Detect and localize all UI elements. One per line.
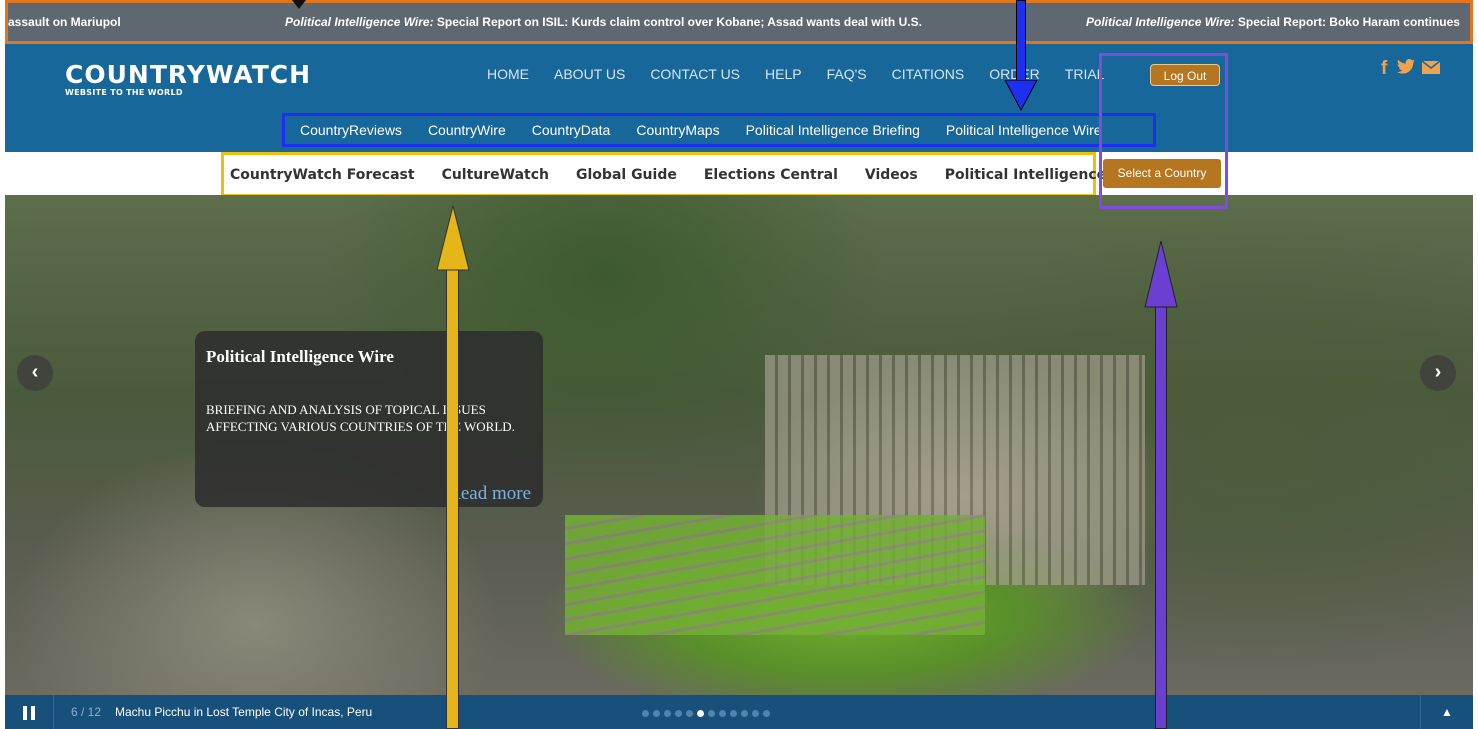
logo-text: COUNTRYWATCH [65,60,312,89]
hero-slider[interactable]: Political Intelligence Wire BRIEFING AND… [5,195,1473,695]
nav-pi-wire[interactable]: Political Intelligence Wire [946,122,1102,138]
nav-videos[interactable]: Videos [865,167,918,183]
slide-dot[interactable] [741,710,748,717]
nav-countrydata[interactable]: CountryData [532,122,611,138]
tools-bar: CountryWatch Forecast CultureWatch Globa… [5,152,1473,197]
annotation-arrow-yellow [446,268,459,729]
ticker-item[interactable]: Political Intelligence Wire: Special Rep… [1086,3,1460,41]
nav-countrywire[interactable]: CountryWire [428,122,506,138]
next-slide-icon[interactable]: › [1420,355,1456,391]
slide-dot[interactable] [642,710,649,717]
caption-title: Political Intelligence Wire [206,347,394,366]
site-logo[interactable]: COUNTRYWATCH WEBSITE TO THE WORLD [65,62,311,98]
email-icon[interactable] [1421,58,1441,79]
annotation-arrow-purple [1155,305,1167,729]
read-more-link[interactable]: Read more [448,483,531,505]
twitter-icon[interactable] [1396,58,1422,79]
prev-slide-icon[interactable]: ‹ [17,355,53,391]
caption-description: BRIEFING AND ANALYSIS OF TOPICAL ISSUES … [206,402,515,434]
news-ticker[interactable]: assault on Mariupol Political Intelligen… [5,0,1473,44]
annotation-arrowhead-blue [1004,80,1038,112]
page-frame: assault on Mariupol Political Intelligen… [5,0,1473,729]
slide-dot[interactable] [719,710,726,717]
divider [53,695,54,729]
nav-pi-briefing[interactable]: Political Intelligence Briefing [746,122,920,138]
annotation-arrow-blue [1016,0,1026,86]
ticker-item[interactable]: Political Intelligence Wire: Special Rep… [285,3,922,41]
site-header: COUNTRYWATCH WEBSITE TO THE WORLD HOME A… [5,44,1473,152]
nav-countrymaps[interactable]: CountryMaps [636,122,719,138]
nav-help[interactable]: HELP [765,64,802,84]
facebook-icon[interactable]: f [1381,58,1389,79]
nav-countryreviews[interactable]: CountryReviews [300,122,402,138]
annotation-arrowhead-purple [1144,240,1178,308]
nav-home[interactable]: HOME [487,64,529,84]
product-nav: CountryReviews CountryWire CountryData C… [282,113,1156,147]
slider-controls: 6 / 12 Machu Picchu in Lost Temple City … [5,695,1473,729]
slide-dot[interactable] [664,710,671,717]
nav-elections-central[interactable]: Elections Central [704,167,838,183]
ticker-item[interactable]: assault on Mariupol [8,3,121,41]
slide-counter: 6 / 12 [71,705,102,719]
slide-dot[interactable] [730,710,737,717]
slide-dot[interactable] [752,710,759,717]
social-links: f [1381,58,1441,80]
logo-tagline: WEBSITE TO THE WORLD [65,88,183,97]
slide-title: Machu Picchu in Lost Temple City of Inca… [115,705,373,719]
nav-faqs[interactable]: FAQ'S [827,64,867,84]
slide-dot[interactable] [653,710,660,717]
annotation-box-purple [1099,53,1228,209]
annotation-arrowhead-small [292,0,306,9]
slide-dot[interactable] [708,710,715,717]
collapse-up-icon[interactable]: ▲ [1420,695,1473,729]
slide-dot[interactable] [675,710,682,717]
slide-caption: Political Intelligence Wire BRIEFING AND… [195,331,543,507]
slide-dot[interactable] [763,710,770,717]
slide-dot[interactable] [686,710,693,717]
tools-nav: CountryWatch Forecast CultureWatch Globa… [221,152,1150,197]
nav-forecast[interactable]: CountryWatch Forecast [230,167,415,183]
annotation-arrowhead-yellow [436,205,470,271]
nav-global-guide[interactable]: Global Guide [576,167,677,183]
hero-terraces-image [565,515,985,635]
pause-icon[interactable] [23,706,36,720]
nav-about-us[interactable]: ABOUT US [554,64,625,84]
nav-culturewatch[interactable]: CultureWatch [442,167,549,183]
nav-contact-us[interactable]: CONTACT US [650,64,740,84]
slide-dot[interactable] [697,710,704,717]
slide-dots [642,710,770,717]
nav-citations[interactable]: CITATIONS [892,64,965,84]
